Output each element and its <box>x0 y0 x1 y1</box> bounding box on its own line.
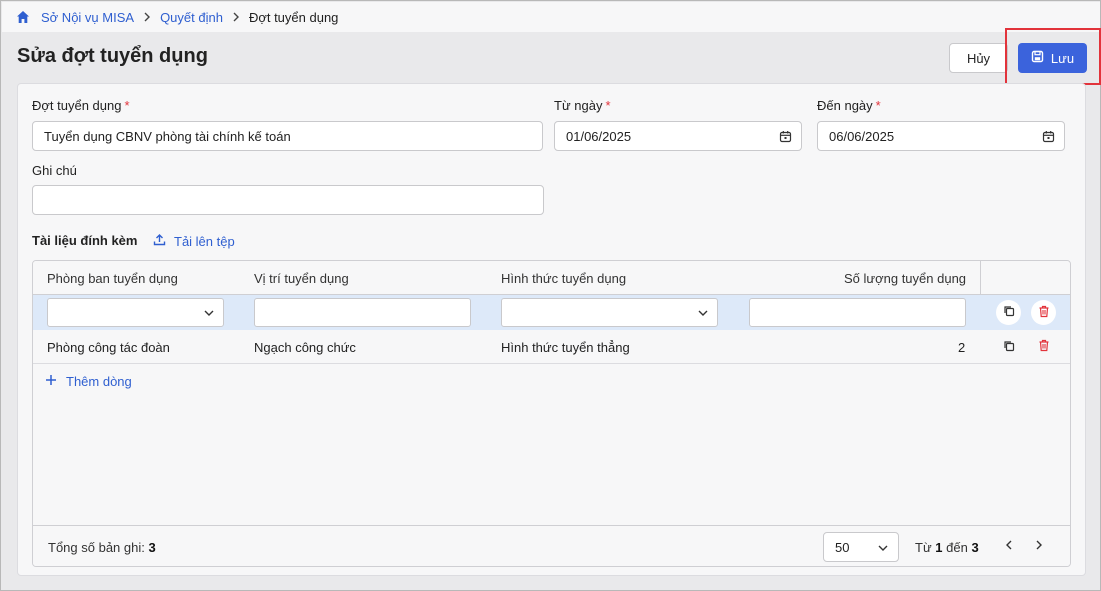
from-date-label: Từ ngày * <box>554 98 611 113</box>
total-label: Tổng số bản ghi: <box>48 540 145 555</box>
from-date-input[interactable]: 01/06/2025 <box>554 121 802 151</box>
note-label: Ghi chú <box>32 163 77 178</box>
upload-icon <box>153 233 166 249</box>
breadcrumb-item-decision[interactable]: Quyết định <box>160 10 223 25</box>
required-mark: * <box>605 98 611 113</box>
add-row-button[interactable]: Thêm dòng <box>45 374 132 389</box>
breadcrumb-item-home[interactable]: Sở Nội vụ MISA <box>41 10 134 25</box>
cancel-button[interactable]: Hủy <box>949 43 1008 73</box>
cell-method: Hình thức tuyển thẳng <box>501 340 630 355</box>
range-to: 3 <box>971 540 979 555</box>
copy-row-button[interactable] <box>998 336 1020 358</box>
app-frame: Sở Nội vụ MISA Quyết định Đợt tuyển dụng… <box>0 0 1101 591</box>
range-from: 1 <box>935 540 943 555</box>
required-mark: * <box>875 98 881 113</box>
add-row-label: Thêm dòng <box>66 374 132 389</box>
page-size-value: 50 <box>835 539 850 555</box>
calendar-icon[interactable] <box>779 130 792 146</box>
calendar-icon[interactable] <box>1042 130 1055 146</box>
recruitment-label-text: Đợt tuyển dụng <box>32 98 122 113</box>
chevron-right-icon <box>1034 539 1044 554</box>
save-button-label: Lưu <box>1050 50 1075 66</box>
method-select[interactable] <box>501 298 718 327</box>
column-divider <box>980 261 981 295</box>
grid-footer: Tổng số bản ghi: 3 50 Từ 1 đến 3 <box>33 525 1070 566</box>
chevron-left-icon <box>1004 539 1014 554</box>
delete-row-button[interactable] <box>1031 300 1056 325</box>
chevron-down-icon <box>697 307 709 322</box>
column-header-method: Hình thức tuyển dụng <box>501 271 627 286</box>
upload-file-link[interactable]: Tải lên tệp <box>153 233 235 249</box>
from-date-label-text: Từ ngày <box>554 98 603 113</box>
grid-header: Phòng ban tuyển dụng Vị trí tuyển dụng H… <box>33 261 1070 295</box>
range-to-label: đến <box>946 540 968 555</box>
copy-row-button[interactable] <box>996 300 1021 325</box>
attachments-title: Tài liệu đính kèm <box>32 233 138 248</box>
plus-icon <box>45 374 57 389</box>
upload-file-label: Tải lên tệp <box>174 233 235 249</box>
to-date-value: 06/06/2025 <box>829 128 895 144</box>
trash-icon <box>1038 339 1050 355</box>
recruitment-grid: Phòng ban tuyển dụng Vị trí tuyển dụng H… <box>32 260 1071 567</box>
column-header-department: Phòng ban tuyển dụng <box>47 271 178 286</box>
chevron-down-icon <box>877 542 889 557</box>
breadcrumb-current: Đợt tuyển dụng <box>248 9 339 25</box>
to-date-input[interactable]: 06/06/2025 <box>817 121 1065 151</box>
breadcrumb: Sở Nội vụ MISA Quyết định Đợt tuyển dụng <box>2 2 1100 32</box>
range-from-label: Từ <box>915 540 932 555</box>
note-input[interactable] <box>32 185 544 215</box>
total-value: 3 <box>148 540 156 555</box>
position-input[interactable] <box>254 298 471 327</box>
cell-department: Phòng công tác đoàn <box>47 340 170 355</box>
save-button[interactable]: Lưu <box>1018 43 1087 73</box>
required-mark: * <box>124 98 130 113</box>
page-range: Từ 1 đến 3 <box>915 540 979 555</box>
to-date-label-text: Đến ngày <box>817 98 873 113</box>
department-select[interactable] <box>47 298 224 327</box>
chevron-right-icon <box>142 11 152 23</box>
next-page-button[interactable] <box>1029 536 1049 556</box>
total-records: Tổng số bản ghi: 3 <box>48 540 156 555</box>
page-title: Sửa đợt tuyển dụng <box>17 45 208 67</box>
column-header-quantity: Số lượng tuyển dụng <box>844 271 967 286</box>
column-header-position: Vị trí tuyển dụng <box>254 271 349 286</box>
to-date-label: Đến ngày * <box>817 98 881 113</box>
save-icon <box>1031 50 1044 66</box>
from-date-value: 01/06/2025 <box>566 128 632 144</box>
recruitment-label: Đợt tuyển dụng * <box>32 98 130 113</box>
cell-quantity: 2 <box>958 340 966 355</box>
grid-edit-row <box>33 295 1070 330</box>
delete-row-button[interactable] <box>1033 336 1055 358</box>
quantity-input[interactable] <box>749 298 966 327</box>
cell-position: Ngạch công chức <box>254 340 356 355</box>
table-row[interactable]: Phòng công tác đoàn Ngạch công chức Hình… <box>33 330 1070 364</box>
prev-page-button[interactable] <box>999 536 1019 556</box>
copy-icon <box>1003 305 1015 320</box>
chevron-right-icon <box>231 11 241 23</box>
trash-icon <box>1038 305 1050 321</box>
recruitment-value: Tuyển dụng CBNV phòng tài chính kế toán <box>44 128 291 144</box>
copy-icon <box>1003 340 1015 355</box>
page-size-select[interactable]: 50 <box>823 532 899 562</box>
recruitment-input[interactable]: Tuyển dụng CBNV phòng tài chính kế toán <box>32 121 543 151</box>
chevron-down-icon <box>203 307 215 322</box>
home-icon[interactable] <box>16 10 30 24</box>
